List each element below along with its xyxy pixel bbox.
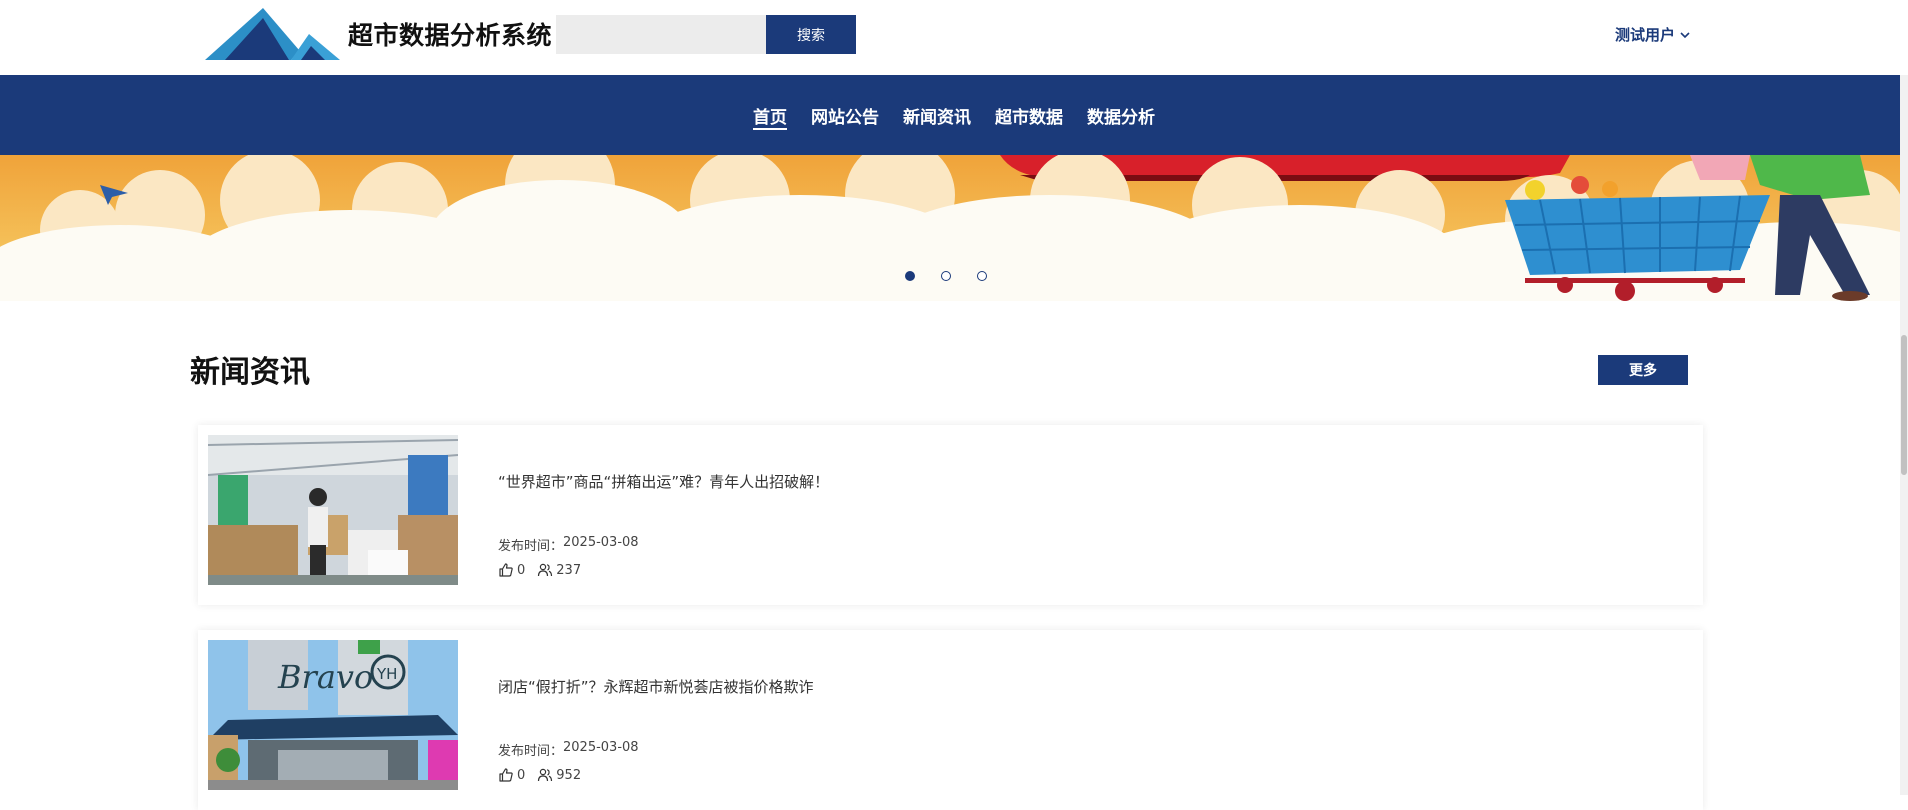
- search-input[interactable]: [556, 15, 766, 54]
- view-count: 952: [556, 767, 582, 783]
- thumbs-up-icon: [499, 563, 513, 577]
- news-section-title: 新闻资讯: [190, 355, 310, 390]
- nav-item-market-data[interactable]: 超市数据: [983, 75, 1075, 155]
- svg-text:YH: YH: [376, 665, 397, 683]
- news-thumbnail[interactable]: Bravo YH: [208, 640, 458, 790]
- news-item[interactable]: Bravo YH 闭店“假打折”？永辉超市新悦荟店被指价格欺诈 发布时间： 20…: [198, 630, 1703, 810]
- news-date-value: 2025-03-08: [563, 535, 639, 550]
- like-stat[interactable]: 0: [498, 767, 525, 783]
- views-stat: 952: [537, 767, 581, 783]
- news-thumbnail[interactable]: [208, 435, 458, 585]
- mountain-logo-icon[interactable]: [205, 8, 340, 60]
- users-icon: [538, 768, 553, 782]
- nav-item-home[interactable]: 首页: [741, 75, 799, 155]
- views-stat: 237: [537, 562, 581, 578]
- news-stats: 0 952: [498, 767, 593, 783]
- news-stats: 0 237: [498, 562, 593, 578]
- more-news-button[interactable]: 更多: [1598, 355, 1688, 385]
- carousel-dot-1[interactable]: [905, 271, 915, 281]
- news-date: 发布时间： 2025-03-08: [498, 535, 639, 554]
- news-title[interactable]: 闭店“假打折”？永辉超市新悦荟店被指价格欺诈: [498, 676, 814, 697]
- user-name: 测试用户: [1615, 26, 1676, 44]
- top-header: 超市数据分析系统 搜索 测试用户: [0, 0, 1908, 75]
- svg-text:Bravo: Bravo: [277, 658, 373, 696]
- scrollbar-thumb[interactable]: [1901, 335, 1907, 475]
- users-icon: [538, 563, 553, 577]
- view-count: 237: [556, 562, 582, 578]
- news-date-label: 发布时间：: [498, 744, 564, 759]
- carousel-dot-2[interactable]: [941, 271, 951, 281]
- news-date-label: 发布时间：: [498, 539, 564, 554]
- chevron-down-icon: [1680, 31, 1690, 38]
- main-navbar: 首页 网站公告 新闻资讯 超市数据 数据分析: [0, 75, 1908, 155]
- site-title: 超市数据分析系统: [348, 21, 553, 50]
- thumbs-up-icon: [499, 768, 513, 782]
- like-stat[interactable]: 0: [498, 562, 525, 578]
- search-button[interactable]: 搜索: [766, 15, 856, 54]
- nav-item-announcements[interactable]: 网站公告: [799, 75, 891, 155]
- nav-item-data-analysis[interactable]: 数据分析: [1075, 75, 1167, 155]
- like-count: 0: [517, 767, 526, 783]
- user-menu[interactable]: 测试用户: [1615, 24, 1691, 45]
- nav-item-news[interactable]: 新闻资讯: [891, 75, 983, 155]
- like-count: 0: [517, 562, 526, 578]
- carousel-dot-3[interactable]: [977, 271, 987, 281]
- carousel-indicators: [905, 271, 987, 281]
- news-title[interactable]: “世界超市”商品“拼箱出运”难？青年人出招破解！: [498, 471, 829, 492]
- news-date: 发布时间： 2025-03-08: [498, 740, 639, 759]
- news-date-value: 2025-03-08: [563, 740, 639, 755]
- news-item[interactable]: “世界超市”商品“拼箱出运”难？青年人出招破解！ 发布时间： 2025-03-0…: [198, 425, 1703, 605]
